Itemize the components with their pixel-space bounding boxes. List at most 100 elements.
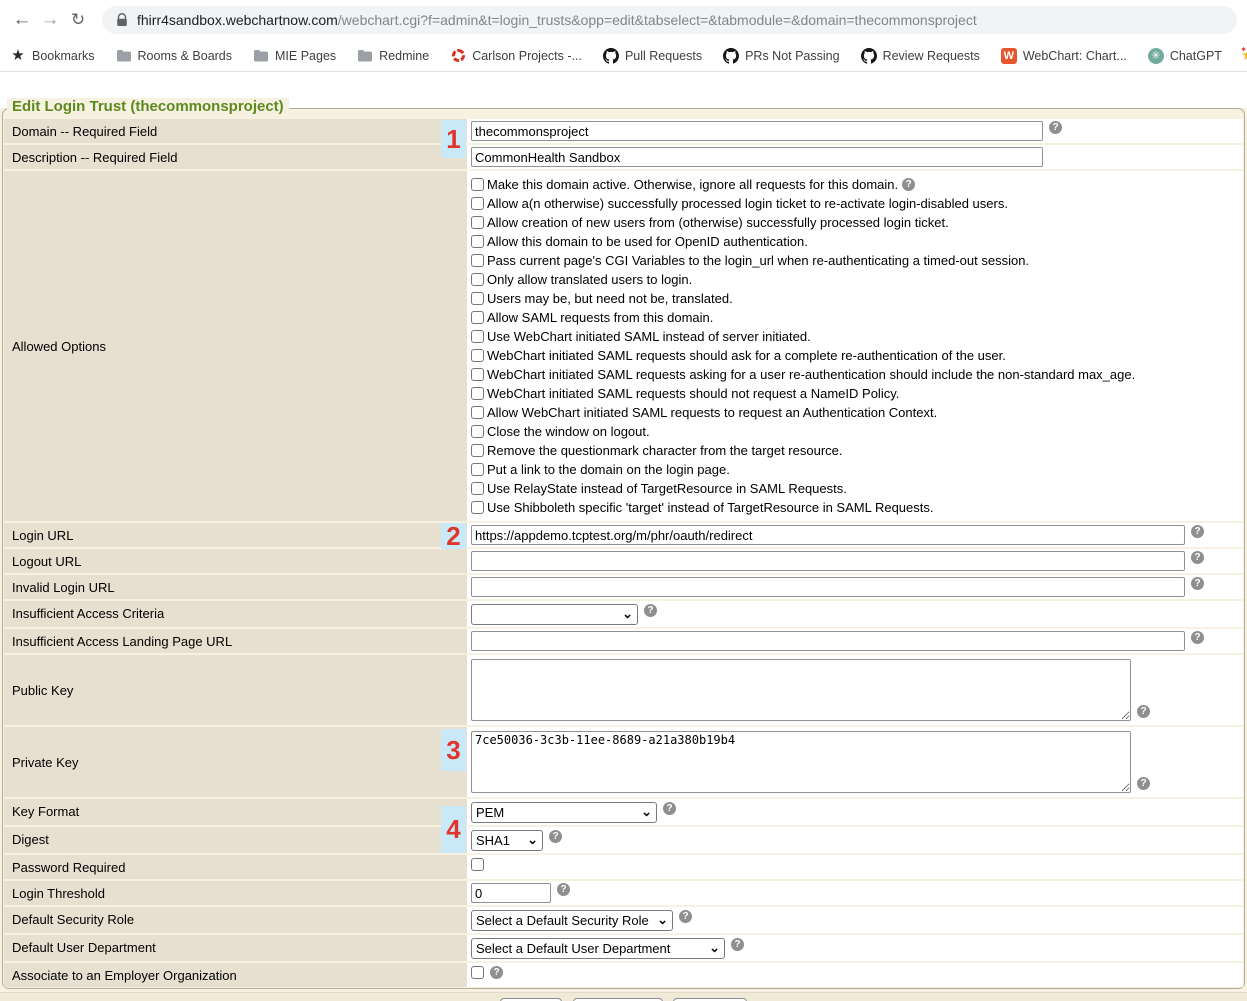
- help-icon[interactable]: ?: [902, 178, 915, 191]
- allowed-option-checkbox[interactable]: [471, 216, 484, 229]
- password-required-checkbox[interactable]: [471, 858, 484, 871]
- edit-login-trust-fieldset: Edit Login Trust (thecommonsproject) Dom…: [2, 108, 1245, 989]
- allowed-option-checkbox[interactable]: [471, 425, 484, 438]
- annotation-marker-1: 1: [441, 120, 466, 158]
- allowed-option-text: Allow creation of new users from (otherw…: [487, 215, 949, 230]
- allowed-option-checkbox[interactable]: [471, 254, 484, 267]
- public-key-label: Public Key: [4, 655, 441, 725]
- bookmark-review-requests[interactable]: Review Requests: [861, 48, 980, 64]
- help-icon[interactable]: ?: [1191, 631, 1204, 644]
- private-key-textarea[interactable]: 7ce50036-3c3b-11ee-8689-a21a380b19b4: [471, 731, 1131, 793]
- bookmark-pull-requests[interactable]: Pull Requests: [603, 48, 702, 64]
- allowed-option-text: Pass current page's CGI Variables to the…: [487, 253, 1029, 268]
- allowed-option[interactable]: WebChart initiated SAML requests should …: [471, 346, 1135, 365]
- help-icon[interactable]: ?: [1137, 777, 1150, 790]
- insufficient-access-criteria-select[interactable]: [471, 604, 638, 625]
- insufficient-access-landing-page-url-input[interactable]: [471, 631, 1185, 651]
- allowed-option-checkbox[interactable]: [471, 387, 484, 400]
- allowed-option-checkbox[interactable]: [471, 178, 484, 191]
- description-input[interactable]: [471, 147, 1043, 167]
- allowed-option-checkbox[interactable]: [471, 235, 484, 248]
- allowed-option-checkbox[interactable]: [471, 273, 484, 286]
- logout-url-input[interactable]: [471, 551, 1185, 571]
- associate-employer-checkbox[interactable]: [471, 966, 484, 979]
- allowed-option-checkbox[interactable]: [471, 463, 484, 476]
- help-icon[interactable]: ?: [490, 966, 503, 979]
- login-threshold-input[interactable]: [471, 883, 551, 903]
- allowed-option[interactable]: WebChart initiated SAML requests asking …: [471, 365, 1135, 384]
- key-format-select[interactable]: PEM: [471, 802, 657, 823]
- bookmark-webchart-chart[interactable]: W WebChart: Chart...: [1001, 48, 1127, 64]
- allowed-option[interactable]: Use Shibboleth specific 'target' instead…: [471, 498, 1135, 517]
- bookmark-carlson-projects[interactable]: Carlson Projects -...: [450, 48, 582, 64]
- login-url-input[interactable]: [471, 525, 1185, 545]
- domain-input[interactable]: [471, 121, 1043, 141]
- help-icon[interactable]: ?: [557, 883, 570, 896]
- allowed-option-checkbox[interactable]: [471, 444, 484, 457]
- help-icon[interactable]: ?: [1191, 551, 1204, 564]
- help-icon[interactable]: ?: [1137, 705, 1150, 718]
- login-url-label: Login URL: [4, 523, 441, 547]
- allowed-option[interactable]: Use WebChart initiated SAML instead of s…: [471, 327, 1135, 346]
- allowed-option-checkbox[interactable]: [471, 501, 484, 514]
- allowed-option-text: Put a link to the domain on the login pa…: [487, 462, 730, 477]
- allowed-option[interactable]: Users may be, but need not be, translate…: [471, 289, 1135, 308]
- allowed-option-text: Make this domain active. Otherwise, igno…: [487, 177, 898, 192]
- allowed-option[interactable]: Put a link to the domain on the login pa…: [471, 460, 1135, 479]
- allowed-option-checkbox[interactable]: [471, 406, 484, 419]
- allowed-option-text: Only allow translated users to login.: [487, 272, 692, 287]
- help-icon[interactable]: ?: [731, 938, 744, 951]
- private-key-label: Private Key: [4, 727, 441, 797]
- help-icon[interactable]: ?: [1191, 577, 1204, 590]
- url-bar[interactable]: fhirr4sandbox.webchartnow.com/webchart.c…: [102, 6, 1237, 34]
- allowed-option-text: Close the window on logout.: [487, 424, 650, 439]
- help-icon[interactable]: ?: [1049, 121, 1062, 134]
- help-icon[interactable]: ?: [1191, 525, 1204, 538]
- back-icon[interactable]: ←: [8, 6, 36, 34]
- allowed-option[interactable]: Allow a(n otherwise) successfully proces…: [471, 194, 1135, 213]
- public-key-textarea[interactable]: [471, 659, 1131, 721]
- allowed-option[interactable]: Close the window on logout.: [471, 422, 1135, 441]
- allowed-option[interactable]: Allow SAML requests from this domain.: [471, 308, 1135, 327]
- digest-select[interactable]: SHA1: [471, 830, 543, 851]
- allowed-option-checkbox[interactable]: [471, 330, 484, 343]
- bookmark-acc[interactable]: ★✦ Acc: [1243, 48, 1247, 64]
- forward-icon[interactable]: →: [36, 6, 64, 34]
- help-icon[interactable]: ?: [679, 910, 692, 923]
- allowed-option[interactable]: Allow this domain to be used for OpenID …: [471, 232, 1135, 251]
- bookmark-prs-not-passing[interactable]: PRs Not Passing: [723, 48, 839, 64]
- allowed-option-checkbox[interactable]: [471, 482, 484, 495]
- carlson-icon: [450, 48, 466, 64]
- row-insufficient-access-landing-page-url: Insufficient Access Landing Page URL ?: [4, 629, 1243, 653]
- allowed-option-text: WebChart initiated SAML requests should …: [487, 386, 899, 401]
- allowed-option-checkbox[interactable]: [471, 311, 484, 324]
- row-domain: Domain -- Required Field 1 ?: [4, 119, 1243, 143]
- allowed-option[interactable]: Use RelayState instead of TargetResource…: [471, 479, 1135, 498]
- allowed-option[interactable]: Only allow translated users to login.: [471, 270, 1135, 289]
- allowed-option-checkbox[interactable]: [471, 349, 484, 362]
- invalid-login-url-input[interactable]: [471, 577, 1185, 597]
- browser-toolbar: ← → ↻ fhirr4sandbox.webchartnow.com/webc…: [0, 0, 1247, 40]
- bookmark-label: Rooms & Boards: [138, 49, 232, 63]
- bookmark-mie-pages[interactable]: MIE Pages: [253, 48, 336, 64]
- help-icon[interactable]: ?: [644, 604, 657, 617]
- allowed-option-checkbox[interactable]: [471, 368, 484, 381]
- bookmark-chatgpt[interactable]: ✳ ChatGPT: [1148, 48, 1222, 64]
- allowed-option[interactable]: WebChart initiated SAML requests should …: [471, 384, 1135, 403]
- allowed-option[interactable]: Make this domain active. Otherwise, igno…: [471, 175, 1135, 194]
- bookmark-redmine[interactable]: Redmine: [357, 48, 429, 64]
- reload-icon[interactable]: ↻: [64, 6, 92, 34]
- allowed-option-checkbox[interactable]: [471, 292, 484, 305]
- help-icon[interactable]: ?: [663, 802, 676, 815]
- bookmark-bookmarks[interactable]: ★ Bookmarks: [10, 48, 95, 64]
- allowed-option[interactable]: Pass current page's CGI Variables to the…: [471, 251, 1135, 270]
- default-security-role-select[interactable]: Select a Default Security Role: [471, 910, 673, 931]
- bookmark-rooms-boards[interactable]: Rooms & Boards: [116, 48, 232, 64]
- allowed-option[interactable]: Remove the questionmark character from t…: [471, 441, 1135, 460]
- default-user-department-select[interactable]: Select a Default User Department: [471, 938, 725, 959]
- allowed-option-checkbox[interactable]: [471, 197, 484, 210]
- star-icon: ★: [10, 48, 26, 64]
- allowed-option[interactable]: Allow WebChart initiated SAML requests t…: [471, 403, 1135, 422]
- help-icon[interactable]: ?: [549, 830, 562, 843]
- allowed-option[interactable]: Allow creation of new users from (otherw…: [471, 213, 1135, 232]
